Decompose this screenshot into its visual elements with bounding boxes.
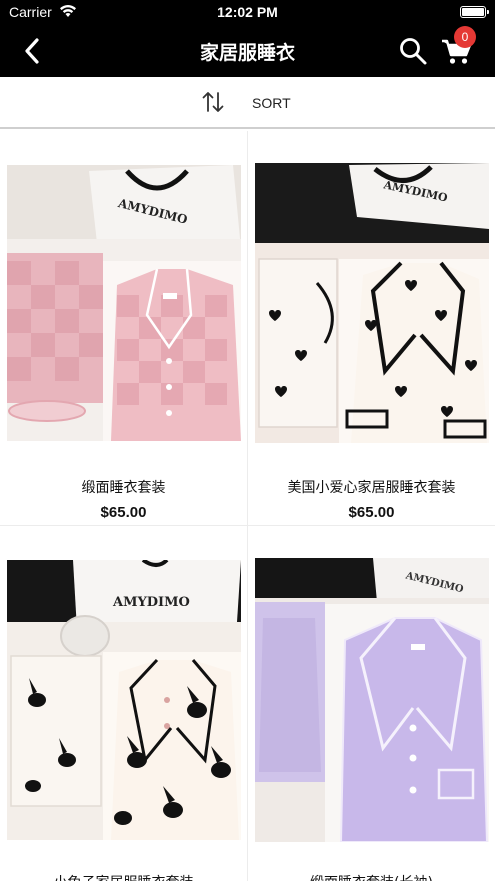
product-price: $65.00 [100, 504, 147, 521]
product-card[interactable]: AMYDIMO [248, 131, 495, 525]
pajama-photo-hearts: AMYDIMO [255, 163, 489, 443]
product-image[interactable]: AMYDIMO [7, 560, 241, 840]
product-price: $65.00 [348, 504, 395, 521]
product-image[interactable]: AMYDIMO [7, 165, 241, 441]
product-name[interactable]: 缎面睡衣套装 [0, 477, 247, 497]
product-card[interactable]: AMYDIMO 小兔子家居服睡 [0, 526, 247, 881]
sort-bar[interactable]: SORT [0, 77, 495, 129]
pajama-photo-lavender: AMYDIMO [255, 558, 489, 842]
product-grid: AMYDIMO 缎面睡衣套装 $65.00 AMYDIMO 美国小爱心家居服睡衣… [0, 131, 495, 881]
product-card[interactable]: AMYDIMO [0, 131, 247, 525]
battery-icon [460, 6, 489, 18]
nav-bar: 家居服睡衣 0 [0, 26, 495, 77]
brand-logo-text: AMYDIMO [112, 595, 190, 610]
product-image[interactable]: AMYDIMO [255, 163, 489, 443]
product-name[interactable]: 小兔子家居服睡衣套装 [0, 872, 247, 881]
pajama-photo-bunny: AMYDIMO [7, 560, 241, 840]
cart-count-badge: 0 [454, 26, 476, 48]
search-icon[interactable] [398, 36, 428, 66]
product-card[interactable]: AMYDIMO 缎面睡衣套装(长袖) [248, 526, 495, 881]
sort-arrows-icon[interactable] [200, 89, 226, 115]
product-name[interactable]: 缎面睡衣套装(长袖) [248, 872, 495, 881]
clock: 12:02 PM [217, 4, 278, 20]
status-bar: Carrier 12:02 PM [0, 0, 495, 26]
sort-label[interactable]: SORT [252, 95, 291, 111]
pajama-photo-pink: AMYDIMO [7, 165, 241, 441]
product-name[interactable]: 美国小爱心家居服睡衣套装 [248, 477, 495, 497]
product-image[interactable]: AMYDIMO [255, 558, 489, 842]
